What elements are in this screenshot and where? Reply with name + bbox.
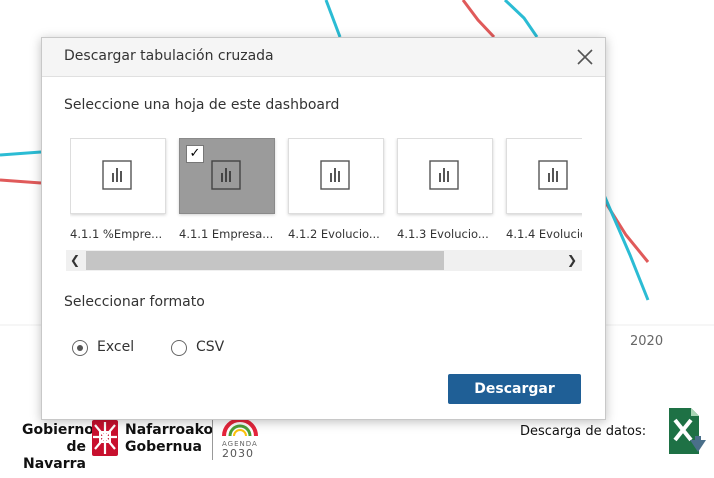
sheet-thumbnail-4[interactable]: 4.1.3 Evolucio... xyxy=(397,138,493,241)
format-radio-excel[interactable]: Excel xyxy=(72,339,152,359)
download-crosstab-dialog: Descargar tabulación cruzada Seleccione … xyxy=(41,37,606,420)
cyan-series-line-right xyxy=(602,194,650,301)
cyan-series-line-left xyxy=(0,150,42,157)
sheet-section-label: Seleccione una hoja de este dashboard xyxy=(64,97,340,113)
scroll-right-icon[interactable]: ❯ xyxy=(563,250,581,271)
bar-chart-icon xyxy=(538,160,568,190)
format-section-label: Seleccionar formato xyxy=(64,294,205,310)
sheet-label: 4.1.1 %Empre... xyxy=(70,227,163,241)
thumbnail-box xyxy=(70,138,166,214)
sheet-label: 4.1.1 Empresa... xyxy=(179,227,274,241)
cyan-series-line-top-left xyxy=(324,0,342,38)
radio-circle xyxy=(171,340,187,356)
logo-line: Gobierno xyxy=(22,422,94,438)
radio-circle xyxy=(72,340,88,356)
thumbnail-box xyxy=(397,138,493,214)
logo-text-spanish: Gobierno de Navarra xyxy=(22,422,94,473)
bar-chart-icon xyxy=(429,160,459,190)
sheet-thumbnails: 4.1.1 %Empre... ✓ 4.1.1 Empresa... 4.1.2… xyxy=(70,138,582,248)
x-axis-tick-year: 2020 xyxy=(630,334,664,349)
format-radio-csv[interactable]: CSV xyxy=(171,339,241,359)
red-series-line-top xyxy=(461,0,496,39)
logo-divider xyxy=(212,418,213,460)
scroll-left-icon[interactable]: ❮ xyxy=(66,250,84,271)
logo-line: Nafarroako xyxy=(125,422,214,438)
dialog-header: Descargar tabulación cruzada xyxy=(42,38,605,77)
sheet-thumbnail-3[interactable]: 4.1.2 Evolucio... xyxy=(288,138,384,241)
checkmark-icon: ✓ xyxy=(186,145,204,163)
red-series-line-left xyxy=(0,178,42,185)
sheet-thumbnail-5[interactable]: 4.1.4 Evolucio xyxy=(506,138,582,241)
scrollbar-thumb[interactable] xyxy=(86,251,444,270)
agenda-year: 2030 xyxy=(222,447,254,460)
bar-chart-icon xyxy=(320,160,350,190)
bar-chart-icon xyxy=(102,160,132,190)
download-data-label: Descarga de datos: xyxy=(520,424,647,439)
logo-line: Gobernua xyxy=(125,439,202,455)
thumbnail-box xyxy=(288,138,384,214)
logo-line: de Navarra xyxy=(23,439,86,472)
download-button[interactable]: Descargar xyxy=(448,374,581,404)
thumbnail-box: ✓ xyxy=(179,138,275,214)
agenda-2030-wheel-icon xyxy=(222,418,258,436)
sheet-thumbnail-2[interactable]: ✓ 4.1.1 Empresa... xyxy=(179,138,275,241)
close-icon[interactable] xyxy=(575,47,595,67)
cyan-series-line-top-right xyxy=(503,0,539,38)
radio-selected-dot xyxy=(77,345,83,351)
radio-label: Excel xyxy=(97,339,135,355)
radio-label: CSV xyxy=(196,339,225,355)
excel-download-icon[interactable] xyxy=(661,406,707,458)
sheet-label: 4.1.4 Evolucio xyxy=(506,227,582,241)
thumbnail-box xyxy=(506,138,582,214)
sheet-thumbnail-1[interactable]: 4.1.1 %Empre... xyxy=(70,138,166,241)
logo-text-basque: Nafarroako Gobernua xyxy=(125,422,213,456)
bar-chart-icon xyxy=(211,160,241,190)
navarra-coat-of-arms-icon xyxy=(92,420,118,456)
sheet-label: 4.1.3 Evolucio... xyxy=(397,227,489,241)
dialog-title: Descargar tabulación cruzada xyxy=(64,48,274,64)
sheet-label: 4.1.2 Evolucio... xyxy=(288,227,380,241)
horizontal-scrollbar[interactable]: ❮ ❯ xyxy=(66,250,582,271)
